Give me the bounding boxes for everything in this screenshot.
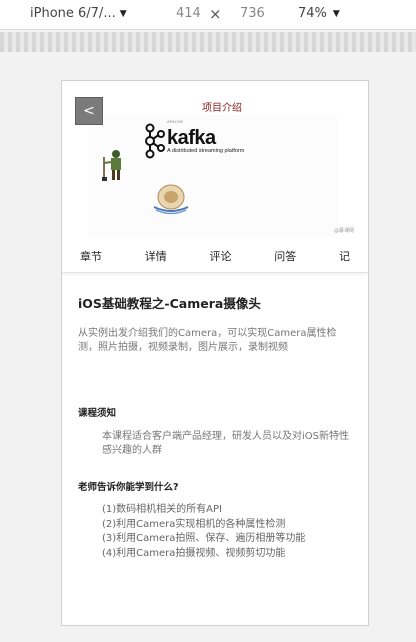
tab-comments[interactable]: 评论 [210, 241, 232, 272]
device-select[interactable]: iPhone 6/7/... ▼ [30, 6, 127, 21]
device-viewport: APACHE kafka A distributed streaming pla… [61, 80, 369, 626]
chevron-down-icon: ▼ [119, 8, 127, 19]
character-illustration-icon [102, 150, 121, 181]
viewport-height-input[interactable]: 736 [240, 6, 265, 21]
dimension-separator: × [209, 5, 222, 23]
kafka-brand-small: APACHE [167, 119, 184, 124]
tab-notes[interactable]: 记 [339, 241, 350, 272]
kafka-logo-icon [145, 123, 165, 159]
banner-watermark: @慕课网 [333, 228, 354, 234]
zoom-select[interactable]: 74% ▼ [298, 6, 340, 21]
tab-chapters[interactable]: 章节 [80, 241, 102, 272]
course-details: iOS基础教程之-Camera摄像头 从实例出发介绍我们的Camera，可以实现… [78, 293, 354, 559]
viewport-width-input[interactable]: 414 [176, 6, 201, 21]
dish-illustration-icon [153, 184, 189, 215]
chevron-down-icon: ▼ [332, 8, 340, 19]
list-item: (2)利用Camera实现相机的各种属性检测 [102, 518, 286, 530]
back-button[interactable]: < [75, 97, 103, 125]
notice-heading: 课程须知 [78, 408, 117, 419]
course-banner: APACHE kafka A distributed streaming pla… [62, 81, 368, 241]
tab-details[interactable]: 详情 [145, 241, 167, 272]
list-item: (4)利用Camera拍摄视频、视频剪切功能 [102, 547, 286, 559]
zoom-label: 74% [298, 6, 327, 21]
learn-list: (1)数码相机相关的所有API (2)利用Camera实现相机的各种属性检测 (… [102, 503, 358, 561]
device-label: iPhone 6/7/... [30, 6, 116, 21]
list-item: (1)数码相机相关的所有API [102, 504, 222, 515]
tab-qa[interactable]: 问答 [274, 241, 296, 272]
media-query-ruler [0, 32, 416, 52]
page-title: 项目介绍 [202, 103, 242, 114]
learn-heading: 老师告诉你能学到什么? [78, 482, 179, 493]
notice-body: 本课程适合客户端产品经理，研发人员以及对iOS新特性感兴趣的人群 [102, 431, 349, 456]
kafka-tagline: A distributed streaming platform [167, 148, 245, 154]
course-tabs: 章节 详情 评论 问答 记 [62, 241, 368, 273]
list-item: (3)利用Camera拍照、保存、遍历相册等功能 [102, 533, 306, 544]
course-description: 从实例出发介绍我们的Camera，可以实现Camera属性检测，照片拍摄，视频录… [78, 328, 337, 353]
kafka-wordmark: kafka [167, 127, 216, 149]
course-title: iOS基础教程之-Camera摄像头 [78, 296, 261, 311]
devtools-toolbar: iPhone 6/7/... ▼ 414 × 736 74% ▼ [0, 0, 416, 30]
